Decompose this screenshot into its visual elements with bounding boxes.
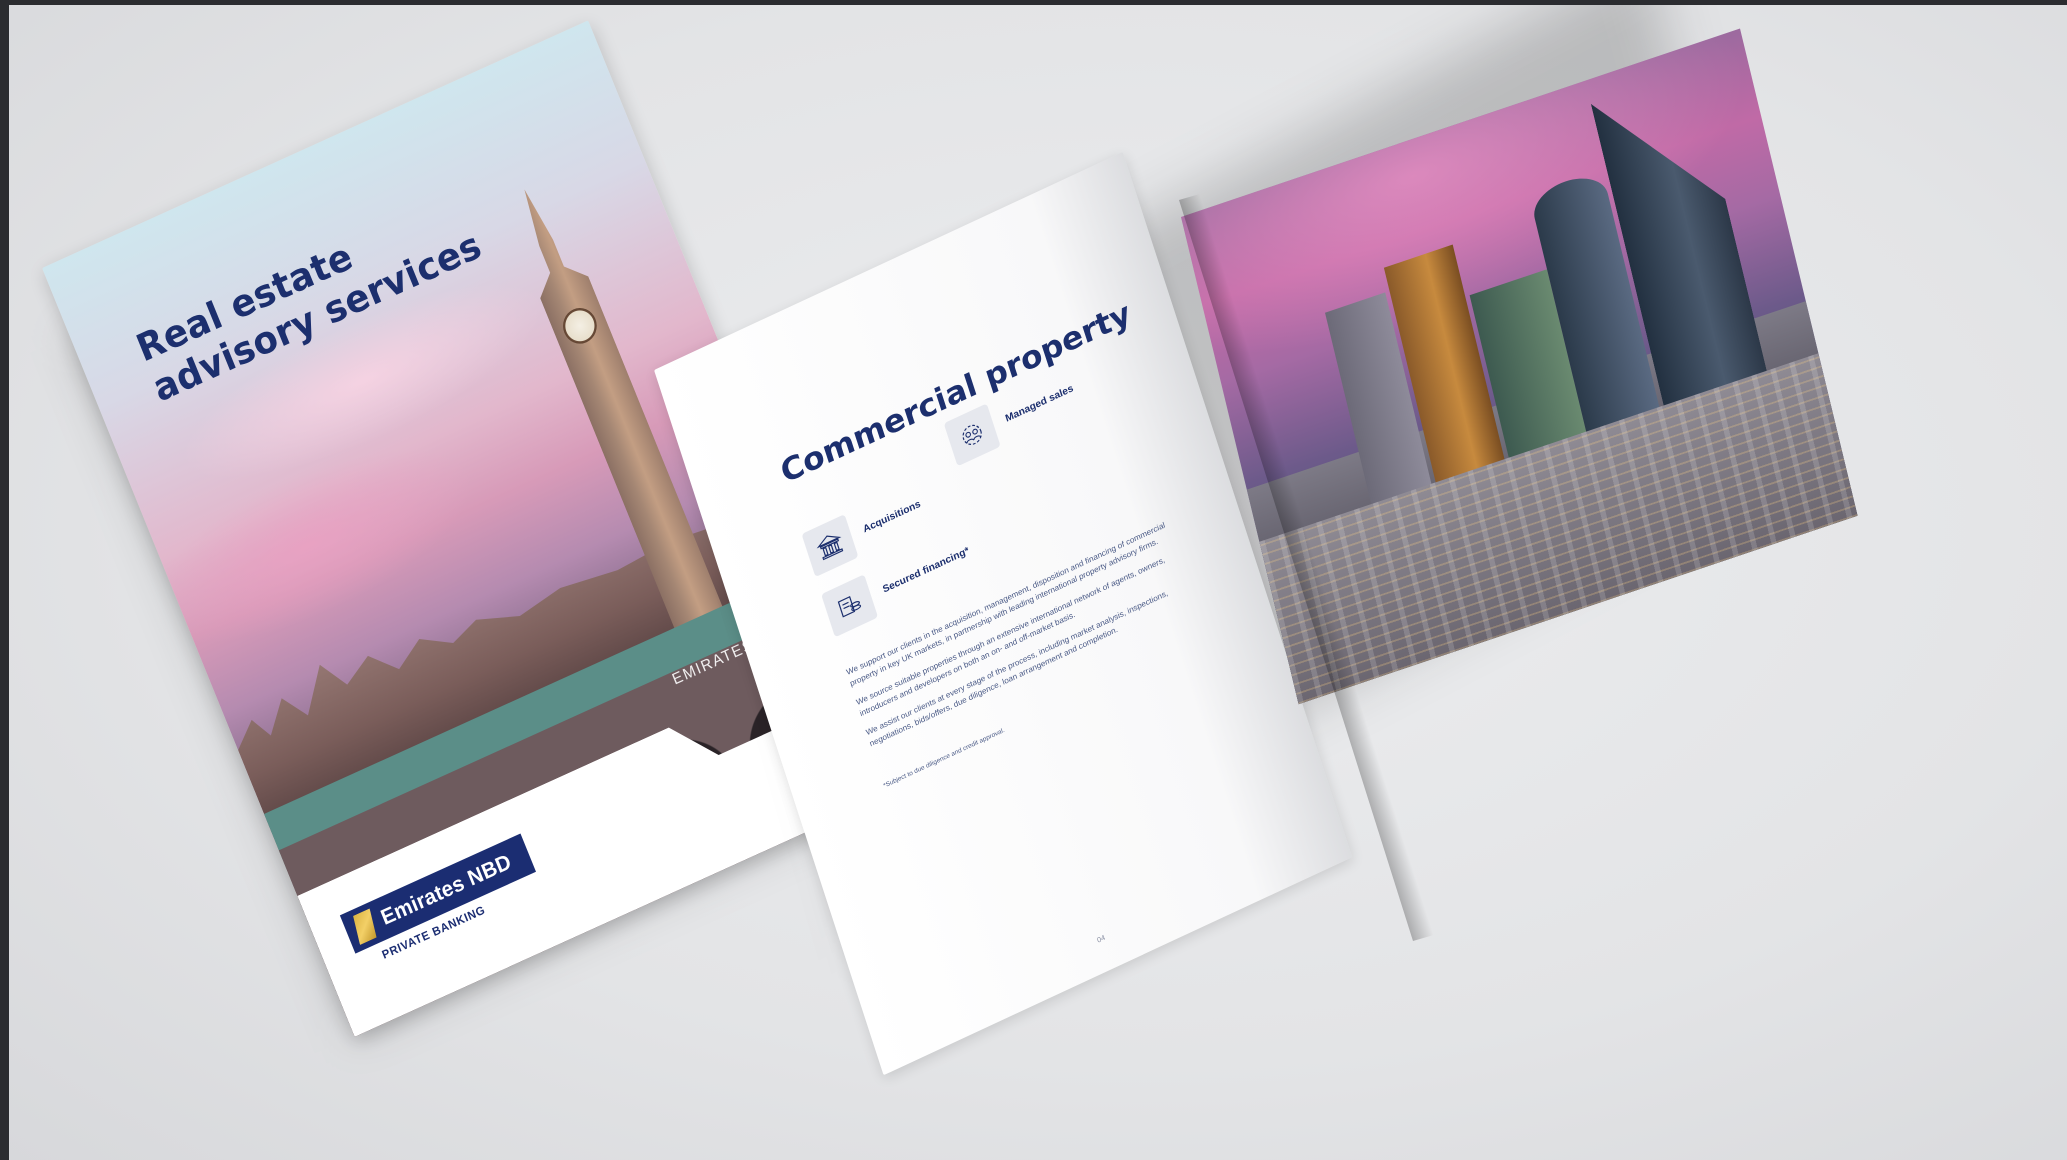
bank-building-icon [801, 514, 859, 578]
logo-mark-icon [349, 908, 381, 945]
left-frame-border [0, 0, 9, 1160]
mockup-scene: Real estate advisory services EMIRATES N… [9, 5, 2067, 1160]
page-number: 04 [1096, 933, 1107, 945]
feature-label: Secured financing* [881, 545, 971, 596]
feature-label: Acquisitions [861, 498, 922, 536]
inside-right-photo-page [1181, 28, 1858, 705]
body-text: We support our clients in the acquisitio… [845, 515, 1201, 757]
coins-document-icon [821, 574, 879, 638]
feature-label: Managed sales [1004, 382, 1075, 425]
